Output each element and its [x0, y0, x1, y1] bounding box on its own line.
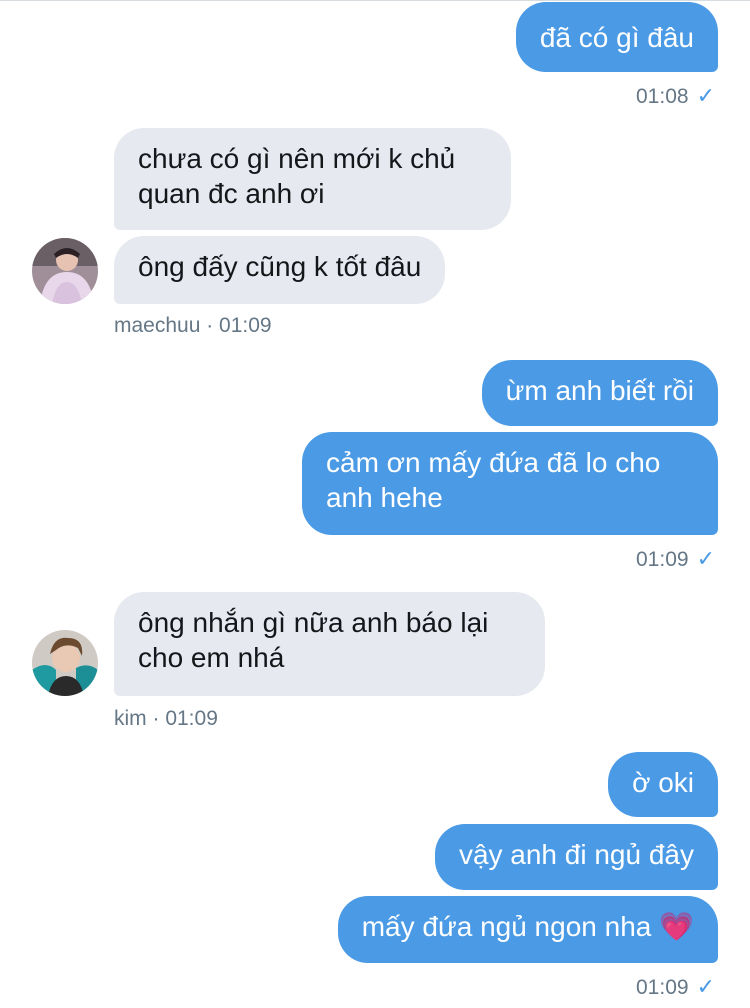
sender-meta-text: maechuu · 01:09 [114, 314, 272, 337]
message-outgoing[interactable]: cảm ơn mấy đứa đã lo cho anh hehe [302, 432, 718, 535]
timestamp-text: 01:09 [636, 976, 689, 999]
message-timestamp: 01:08 ✓ [636, 84, 715, 109]
message-incoming[interactable]: chưa có gì nên mới k chủ quan đc anh ơi [114, 128, 511, 230]
message-text: ờ oki [632, 767, 694, 798]
message-outgoing[interactable]: đã có gì đâu [515, 2, 718, 72]
check-icon: ✓ [696, 974, 715, 999]
message-text: chưa có gì nên mới k chủ quan đc anh ơi [138, 143, 456, 209]
message-text: ông đấy cũng k tốt đâu [138, 251, 422, 282]
message-outgoing[interactable]: mấy đứa ngủ ngon nha 💗 [337, 896, 718, 963]
user-avatar-kim[interactable] [32, 630, 98, 696]
message-text: ừm anh biết rồi [505, 375, 694, 406]
message-text: ông nhắn gì nữa anh báo lại cho em nhá [138, 607, 489, 673]
top-divider [0, 0, 750, 1]
message-text: cảm ơn mấy đứa đã lo cho anh hehe [326, 447, 661, 513]
message-outgoing[interactable]: ừm anh biết rồi [481, 360, 718, 426]
check-icon: ✓ [696, 546, 715, 571]
message-text: vậy anh đi ngủ đây [458, 839, 694, 870]
avatar-image [32, 630, 98, 696]
sender-meta: kim · 01:09 [114, 707, 218, 731]
message-incoming[interactable]: ông nhắn gì nữa anh báo lại cho em nhá [114, 592, 545, 696]
message-outgoing[interactable]: vậy anh đi ngủ đây [434, 824, 718, 890]
timestamp-text: 01:08 [636, 85, 689, 108]
check-icon: ✓ [696, 83, 715, 108]
message-timestamp: 01:09 ✓ [636, 547, 715, 572]
timestamp-text: 01:09 [636, 548, 689, 571]
sender-meta-text: kim · 01:09 [114, 707, 218, 730]
message-timestamp: 01:09 ✓ [636, 975, 715, 1000]
message-incoming[interactable]: ông đấy cũng k tốt đâu [114, 236, 446, 304]
user-avatar-maechuu[interactable] [32, 238, 98, 304]
message-outgoing[interactable]: ờ oki [608, 752, 718, 817]
sender-meta: maechuu · 01:09 [114, 314, 272, 338]
avatar-image [32, 238, 98, 304]
message-text: đã có gì đâu [539, 22, 694, 53]
message-text: mấy đứa ngủ ngon nha 💗 [361, 911, 694, 942]
